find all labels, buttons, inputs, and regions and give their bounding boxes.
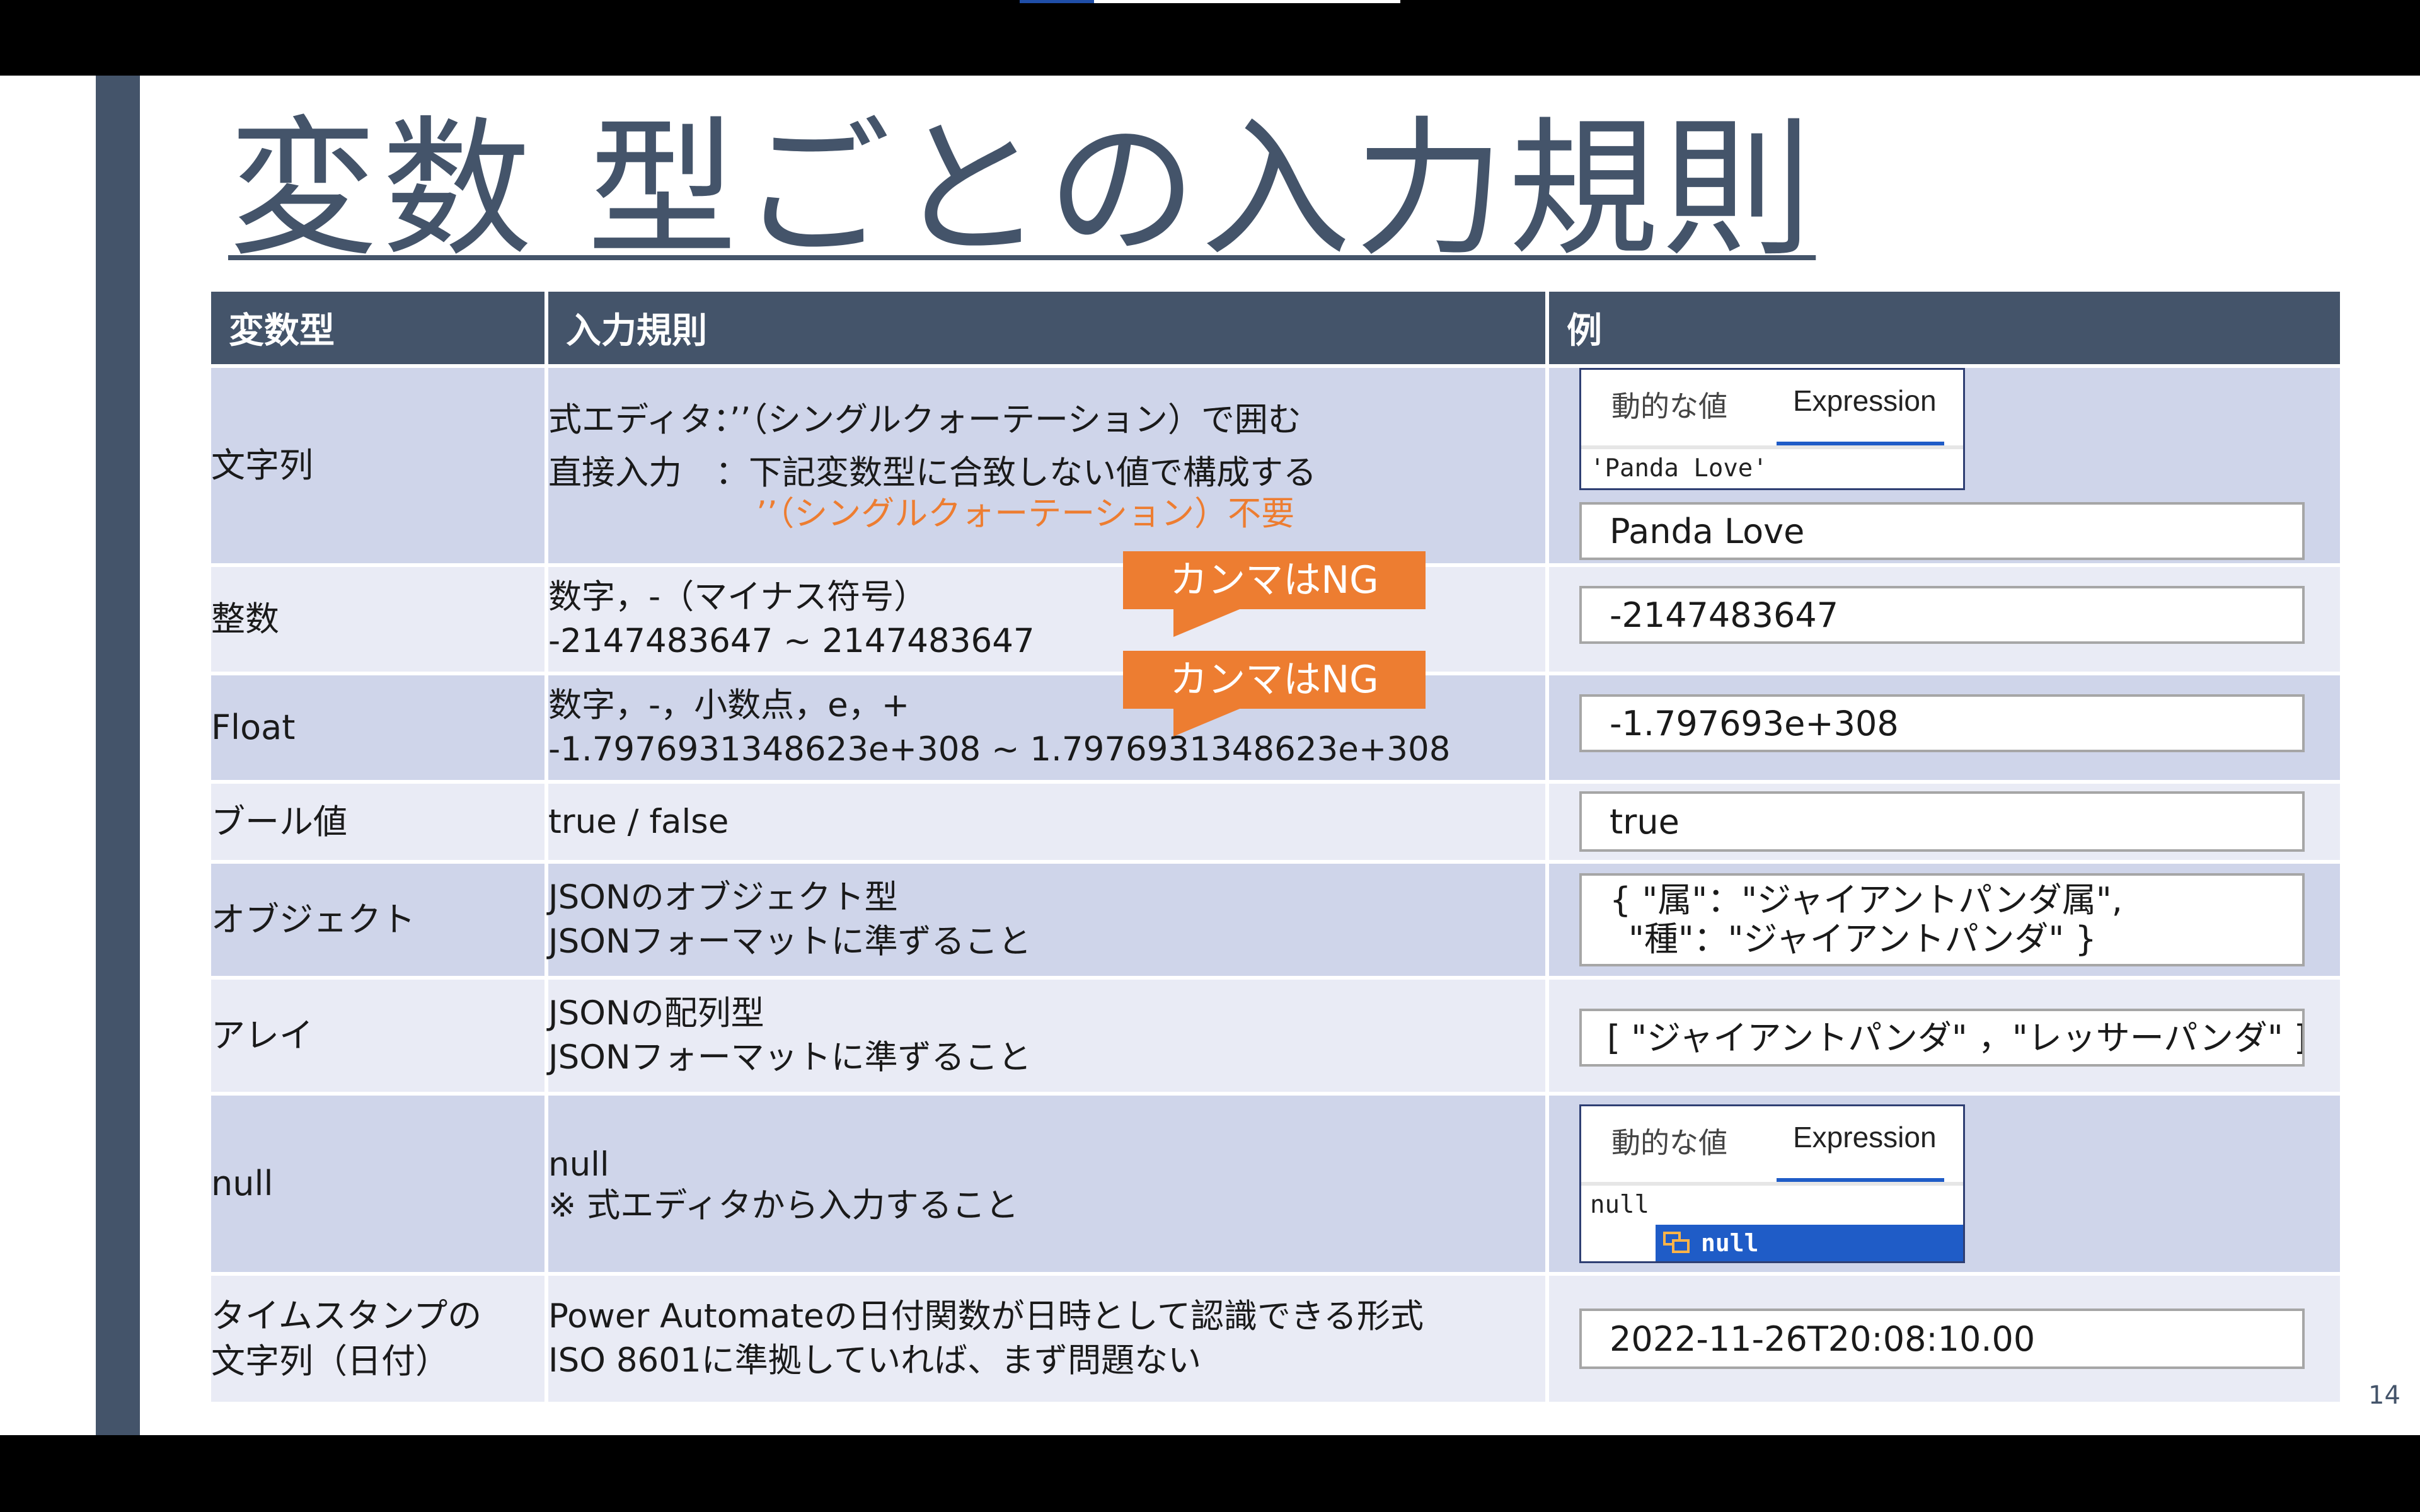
tab-expression[interactable]: Expression — [1793, 384, 1937, 418]
rule-line: ※ 式エディタから入力すること — [548, 1186, 1019, 1225]
editor-tabs: 動的な値 Expression — [1581, 370, 1963, 445]
row-type: タイムスタンプの 文字列（日付） — [211, 1274, 548, 1406]
slide: 変数 型ごとの入力規則 変数型 入力規則 例 文字列 式エディタ：’’（シングル… — [0, 76, 2420, 1435]
row-rule: JSONの配列型 JSONフォーマットに準ずること — [546, 978, 1549, 1096]
value-field[interactable]: Panda Love — [1579, 502, 2305, 560]
row-type: 整数 — [211, 565, 548, 675]
header-input-rule: 入力規則 — [546, 292, 1549, 368]
row-rule: true / false — [546, 782, 1549, 864]
top-letterbox — [0, 0, 2420, 76]
callout-tail-icon — [1173, 707, 1243, 736]
table-row: オブジェクト JSONのオブジェクト型 JSONフォーマットに準ずること { "… — [211, 862, 2340, 980]
tab-dynamic-value[interactable]: 動的な値 — [1611, 384, 1727, 425]
value-field[interactable]: { "属"："ジャイアントパンダ属", "種"："ジャイアントパンダ" } — [1579, 873, 2305, 966]
row-example: 2022-11-26T20:08:10.00 — [1547, 1274, 2340, 1406]
value-line: { "属"："ジャイアントパンダ属", — [1610, 880, 2123, 920]
type-line: 文字列（日付） — [211, 1341, 449, 1381]
row-rule: Power Automateの日付関数が日時として認識できる形式 ISO 860… — [546, 1274, 1549, 1406]
editor-tabs: 動的な値 Expression — [1581, 1106, 1963, 1182]
row-rule: 式エディタ：’’（シングルクォーテーション）で囲む 直接入力 ：下記変数型に合致… — [546, 366, 1549, 567]
callout-text: カンマはNG — [1123, 651, 1426, 709]
constant-icon — [1663, 1232, 1690, 1253]
input-rules-table: 変数型 入力規則 例 文字列 式エディタ：’’（シングルクォーテーション）で囲む… — [211, 292, 2340, 1406]
rule-line: -1.7976931348623e+308 ~ 1.7976931348623e… — [548, 730, 1451, 769]
expression-editor-panel: 動的な値 Expression 'Panda Love' — [1579, 368, 1965, 490]
row-type: オブジェクト — [211, 862, 548, 980]
tab-dynamic-value[interactable]: 動的な値 — [1611, 1120, 1727, 1162]
value-field[interactable]: 2022-11-26T20:08:10.00 — [1579, 1309, 2305, 1369]
tab-expression[interactable]: Expression — [1793, 1120, 1937, 1154]
type-line: タイムスタンプの — [211, 1296, 482, 1336]
row-example: 動的な値 Expression 'Panda Love' Panda Love — [1547, 366, 2340, 567]
top-indicator — [1094, 0, 1400, 3]
callout-text: カンマはNG — [1123, 551, 1426, 609]
value-field[interactable]: [ "ジャイアントパンダ" ，"レッサーパンダ" ] — [1579, 1009, 2305, 1067]
row-type: Float — [211, 673, 548, 784]
top-indicator-accent — [1020, 0, 1094, 3]
table-row: null null ※ 式エディタから入力すること 動的な値 Expressio… — [211, 1094, 2340, 1276]
row-example: 動的な値 Expression null null — [1547, 1094, 2340, 1276]
rule-note: ’’（シングルクォーテーション）不要 — [756, 495, 1295, 533]
row-rule: null ※ 式エディタから入力すること — [546, 1094, 1549, 1276]
slide-sidebar-bar — [96, 76, 140, 1435]
row-type: 文字列 — [211, 366, 548, 567]
value-field[interactable]: -2147483647 — [1579, 586, 2305, 644]
active-tab-indicator — [1777, 442, 1944, 445]
row-example: true — [1547, 782, 2340, 864]
value-field[interactable]: -1.797693e+308 — [1579, 694, 2305, 752]
row-type: null — [211, 1094, 548, 1276]
rule-line: true / false — [548, 802, 729, 841]
header-example: 例 — [1547, 292, 2340, 368]
autocomplete-suggestion[interactable]: null — [1656, 1225, 1963, 1261]
rule-line: JSONの配列型 — [548, 994, 764, 1033]
row-example: [ "ジャイアントパンダ" ，"レッサーパンダ" ] — [1547, 978, 2340, 1096]
table-row: 文字列 式エディタ：’’（シングルクォーテーション）で囲む 直接入力 ：下記変数… — [211, 366, 2340, 567]
bottom-letterbox — [0, 1435, 2420, 1512]
active-tab-indicator — [1777, 1178, 1944, 1182]
row-type: ブール値 — [211, 782, 548, 864]
table-row: アレイ JSONの配列型 JSONフォーマットに準ずること [ "ジャイアントパ… — [211, 978, 2340, 1096]
rule-line: JSONフォーマットに準ずること — [548, 922, 1032, 961]
row-example: -1.797693e+308 — [1547, 673, 2340, 784]
rule-line: 式エディタ：’’（シングルクォーテーション）で囲む — [548, 401, 1301, 439]
table-row: タイムスタンプの 文字列（日付） Power Automateの日付関数が日時と… — [211, 1274, 2340, 1406]
suggestion-label: null — [1701, 1229, 1759, 1257]
slide-title: 変数 型ごとの入力規則 — [228, 103, 1816, 277]
row-example: { "属"："ジャイアントパンダ属", "種"："ジャイアントパンダ" } — [1547, 862, 2340, 980]
header-variable-type: 変数型 — [211, 292, 548, 368]
callout-tail-icon — [1173, 608, 1243, 637]
rule-line: JSONフォーマットに準ずること — [548, 1038, 1032, 1077]
row-example: -2147483647 — [1547, 565, 2340, 675]
row-type: アレイ — [211, 978, 548, 1096]
rule-line: null — [548, 1145, 609, 1184]
page-number: 14 — [2368, 1381, 2400, 1410]
value-line: "種"："ジャイアントパンダ" } — [1628, 919, 2097, 959]
expression-editor-panel: 動的な値 Expression null null — [1579, 1104, 1965, 1263]
rule-line: ISO 8601に準拠していれば、まず問題ない — [548, 1341, 1202, 1380]
rule-line: 直接入力 ：下記変数型に合致しない値で構成する — [548, 454, 1317, 492]
expression-input[interactable]: null — [1581, 1186, 1963, 1225]
rule-line: JSONのオブジェクト型 — [548, 878, 898, 917]
rule-line: Power Automateの日付関数が日時として認識できる形式 — [548, 1297, 1424, 1336]
value-field[interactable]: true — [1579, 791, 2305, 852]
row-rule: JSONのオブジェクト型 JSONフォーマットに準ずること — [546, 862, 1549, 980]
table-header-row: 変数型 入力規則 例 — [211, 292, 2340, 368]
callout-no-comma: カンマはNG — [1123, 651, 1426, 736]
callout-no-comma: カンマはNG — [1123, 551, 1426, 637]
expression-input[interactable]: 'Panda Love' — [1581, 449, 1963, 488]
table-row: ブール値 true / false true — [211, 782, 2340, 864]
